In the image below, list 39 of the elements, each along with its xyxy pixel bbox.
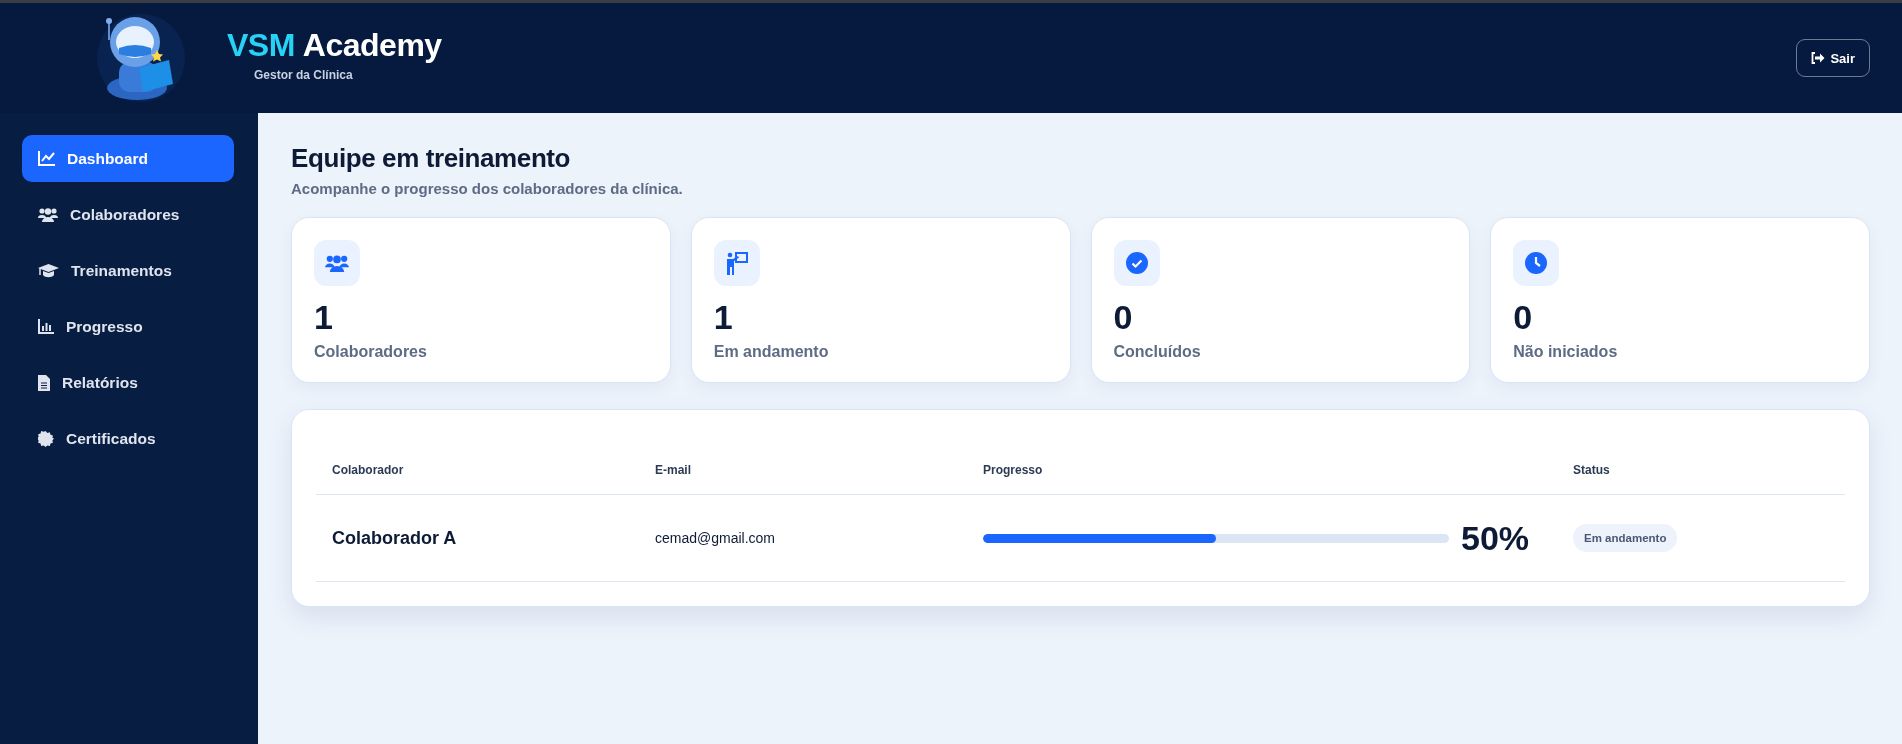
- stat-label: Não iniciados: [1513, 343, 1618, 361]
- header-subtitle: Gestor da Clínica: [254, 67, 354, 82]
- table-cell-text: cemad@gmail.com: [655, 530, 777, 546]
- page-subtitle: Acompanhe o progresso dos colaboradores da clínica.: [291, 180, 683, 197]
- presenter-board-icon: [724, 251, 749, 275]
- graduation-cap-icon: [38, 263, 59, 278]
- stat-label: Colaboradores: [314, 343, 427, 361]
- page-title: Equipe em treinamento: [291, 143, 571, 174]
- sidebar-item[interactable]: Relatórios: [22, 359, 234, 406]
- column-header: Progresso: [983, 463, 1044, 477]
- stat-value: 1: [314, 298, 333, 337]
- stat-label: Em andamento: [713, 343, 829, 361]
- document-icon: [38, 374, 50, 391]
- check-circle-icon: [1125, 252, 1148, 274]
- users-icon: [38, 207, 58, 222]
- column-header: E-mail: [655, 463, 692, 477]
- stat-value: 0: [1513, 298, 1533, 337]
- column-header: Colaborador: [332, 463, 405, 477]
- progress-percent: 50%: [1461, 518, 1530, 558]
- sidebar-item[interactable]: Treinamentos: [22, 247, 234, 294]
- table-cell-text: Colaborador A: [332, 527, 458, 549]
- status-pill: Em andamento: [1573, 524, 1678, 552]
- clock-icon: [1525, 252, 1548, 274]
- column-header: Status: [1573, 463, 1611, 477]
- logout-button[interactable]: Sair: [1796, 39, 1870, 77]
- stat-label: Concluídos: [1113, 343, 1201, 361]
- stat-value: 0: [1113, 298, 1133, 337]
- line-chart-icon: [38, 151, 55, 166]
- users-icon: [325, 254, 349, 272]
- sidebar-item[interactable]: Dashboard: [22, 135, 234, 182]
- sidebar-item[interactable]: Certificados: [22, 415, 234, 462]
- brand-accent: VSM: [227, 26, 295, 64]
- sidebar-item[interactable]: Colaboradores: [22, 191, 234, 238]
- stat-value: 1: [713, 298, 733, 337]
- bar-chart-icon: [38, 319, 54, 334]
- sidebar-item[interactable]: Progresso: [22, 303, 234, 350]
- brand-name: Academy: [302, 26, 442, 64]
- badge-seal-icon: [38, 430, 54, 447]
- logout-icon: [1811, 52, 1826, 64]
